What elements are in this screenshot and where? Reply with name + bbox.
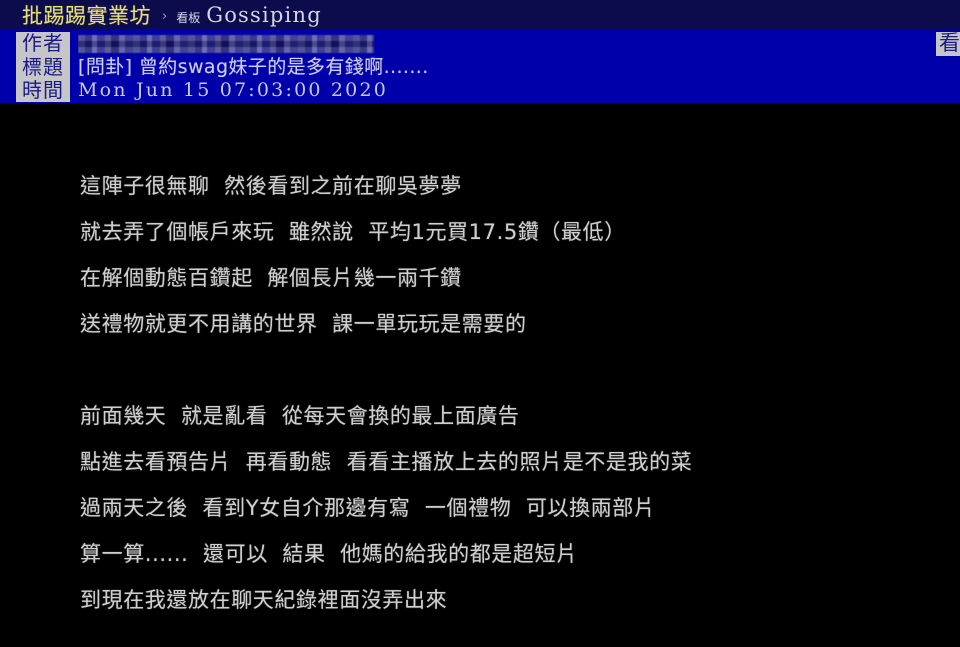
meta-row-time: Mon Jun 15 07:03:00 2020 [78,79,960,103]
board-partial-badge-label: 看 [939,32,960,55]
post-body-line: 點進去看預告片 再看動態 看看主播放上去的照片是不是我的菜 [80,450,693,474]
post-body-line: 在解個動態百鑽起 解個長片幾一兩千鑽 [80,266,462,290]
post-body-line: 過兩天之後 看到Y女自介那邊有寫 一個禮物 可以換兩部片 [80,496,656,520]
site-name-link[interactable]: 批踢踢實業坊 [22,0,151,30]
chevron-right-icon: › [162,8,168,24]
post-body-line: 算一算...... 還可以 結果 他媽的給我的都是超短片 [80,542,578,566]
meta-label-author: 作者 [22,31,64,55]
author-name-censored [78,35,374,53]
meta-label-column: 作者 標題 時間 [16,31,70,102]
post-body-line: 前面幾天 就是亂看 從每天會換的最上面廣告 [80,404,520,428]
meta-row-author [78,32,960,56]
meta-row-title: [問卦] 曾約swag妹子的是多有錢啊....... [78,56,960,80]
ptt-post-screen: 批踢踢實業坊 › 看板 Gossiping 作者 標題 時間 [問卦] 曾約sw… [0,0,960,647]
meta-value-column: [問卦] 曾約swag妹子的是多有錢啊....... Mon Jun 15 07… [78,32,960,102]
post-timestamp: Mon Jun 15 07:03:00 2020 [78,79,389,101]
post-body: 這陣子很無聊 然後看到之前在聊吳夢夢就去弄了個帳戶來玩 雖然說 平均1元買17.… [0,103,960,647]
board-label: 看板 [176,10,201,25]
meta-label-time: 時間 [22,78,64,102]
post-body-line: 這陣子很無聊 然後看到之前在聊吳夢夢 [80,174,462,198]
post-body-line: 就去弄了個帳戶來玩 雖然說 平均1元買17.5鑽（最低） [80,220,626,244]
board-name-link[interactable]: Gossiping [206,3,322,27]
top-navigation-bar: 批踢踢實業坊 › 看板 Gossiping [0,0,960,30]
post-body-blank-line [80,347,960,393]
board-partial-badge[interactable]: 看 [936,32,960,56]
post-body-line: 送禮物就更不用講的世界 課一單玩玩是需要的 [80,312,527,336]
post-body-line: 到現在我還放在聊天紀錄裡面沒弄出來 [80,588,448,612]
meta-label-title: 標題 [22,54,64,79]
post-meta-block: 作者 標題 時間 [問卦] 曾約swag妹子的是多有錢啊....... Mon … [0,30,960,103]
post-title: [問卦] 曾約swag妹子的是多有錢啊....... [78,55,429,78]
